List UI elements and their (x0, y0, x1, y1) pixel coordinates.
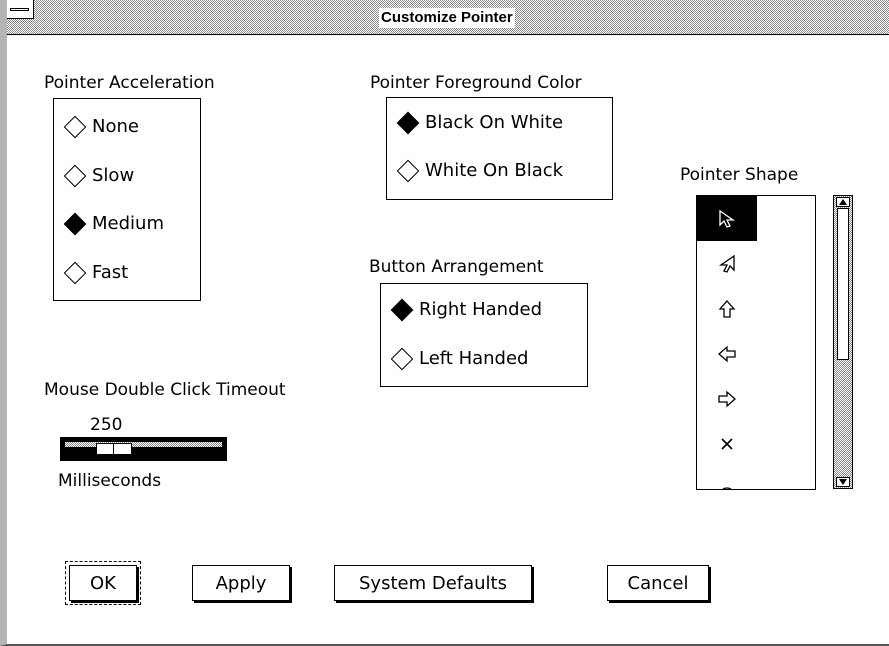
double-click-value: 250 (90, 415, 123, 435)
white-on-black-radio[interactable]: White On Black (395, 159, 563, 183)
arrow-left-icon (718, 345, 736, 362)
button-arrangement-group: Right Handed Left Handed (380, 283, 588, 387)
ok-button[interactable]: OK (65, 561, 141, 605)
pointer-acceleration-group: None Slow Medium Fast (53, 98, 201, 301)
apply-button[interactable]: Apply (192, 565, 290, 601)
pointer-shape-list[interactable] (696, 195, 816, 490)
arrow-down-icon (839, 479, 847, 485)
scroll-thumb[interactable] (837, 208, 849, 360)
radio-off-icon (63, 164, 87, 188)
radio-label: Right Handed (419, 299, 543, 320)
radio-on-icon (396, 111, 420, 135)
system-defaults-button[interactable]: System Defaults (334, 565, 532, 601)
pointer-shape-scrollbar[interactable] (833, 195, 853, 489)
pointer-shape-item[interactable] (697, 376, 757, 421)
radio-off-icon (390, 347, 414, 371)
left-handed-radio[interactable]: Left Handed (389, 347, 529, 371)
system-menu-button[interactable] (7, 0, 34, 19)
radio-label: None (92, 116, 139, 137)
milliseconds-label: Milliseconds (58, 471, 162, 491)
pointer-acceleration-label: Pointer Acceleration (44, 73, 215, 93)
acceleration-fast-radio[interactable]: Fast (62, 261, 128, 285)
pointer-shape-item[interactable] (697, 241, 757, 286)
radio-label: Medium (92, 213, 164, 234)
scroll-up-arrow[interactable] (836, 197, 850, 207)
black-on-white-radio[interactable]: Black On White (395, 111, 563, 135)
radio-label: White On Black (425, 160, 564, 181)
circle-cursor-icon (721, 486, 733, 489)
pointer-foreground-color-label: Pointer Foreground Color (370, 73, 582, 93)
radio-off-icon (63, 261, 87, 285)
radio-label: Slow (92, 165, 135, 186)
radio-off-icon (396, 159, 420, 183)
arrow-ne-icon (718, 254, 735, 273)
system-menu-icon (10, 8, 29, 11)
pointer-shape-item[interactable] (697, 286, 757, 331)
double-click-timeout-label: Mouse Double Click Timeout (44, 380, 286, 400)
slider-thumb[interactable] (96, 443, 132, 455)
radio-on-icon (63, 212, 87, 236)
acceleration-slow-radio[interactable]: Slow (62, 164, 134, 188)
arrow-up-icon (839, 199, 847, 205)
button-arrangement-label: Button Arrangement (369, 257, 544, 277)
title-bar[interactable]: Customize Pointer (7, 0, 889, 35)
pointer-foreground-color-group: Black On White White On Black (386, 97, 613, 200)
pointer-shape-item[interactable] (697, 331, 757, 376)
pointer-shape-item[interactable] (697, 421, 757, 466)
radio-label: Black On White (425, 112, 564, 133)
slider-track (65, 442, 222, 447)
arrow-right-icon (718, 390, 736, 407)
arrow-nw-icon (719, 209, 736, 228)
x-cursor-icon (721, 437, 733, 450)
double-click-timeout-slider[interactable] (60, 437, 227, 461)
window-title: Customize Pointer (379, 8, 515, 28)
customize-pointer-window: Customize Pointer Pointer Acceleration N… (0, 0, 889, 646)
pointer-shape-item[interactable] (697, 466, 757, 489)
scroll-down-arrow[interactable] (836, 477, 850, 487)
pointer-shape-label: Pointer Shape (680, 165, 799, 185)
cancel-button[interactable]: Cancel (607, 565, 709, 601)
radio-label: Fast (92, 262, 129, 283)
radio-on-icon (390, 298, 414, 322)
acceleration-none-radio[interactable]: None (62, 115, 139, 139)
radio-label: Left Handed (419, 348, 529, 369)
pointer-shape-item[interactable] (697, 196, 757, 241)
arrow-up-icon (718, 299, 736, 318)
right-handed-radio[interactable]: Right Handed (389, 298, 542, 322)
radio-off-icon (63, 115, 87, 139)
acceleration-medium-radio[interactable]: Medium (62, 212, 164, 236)
